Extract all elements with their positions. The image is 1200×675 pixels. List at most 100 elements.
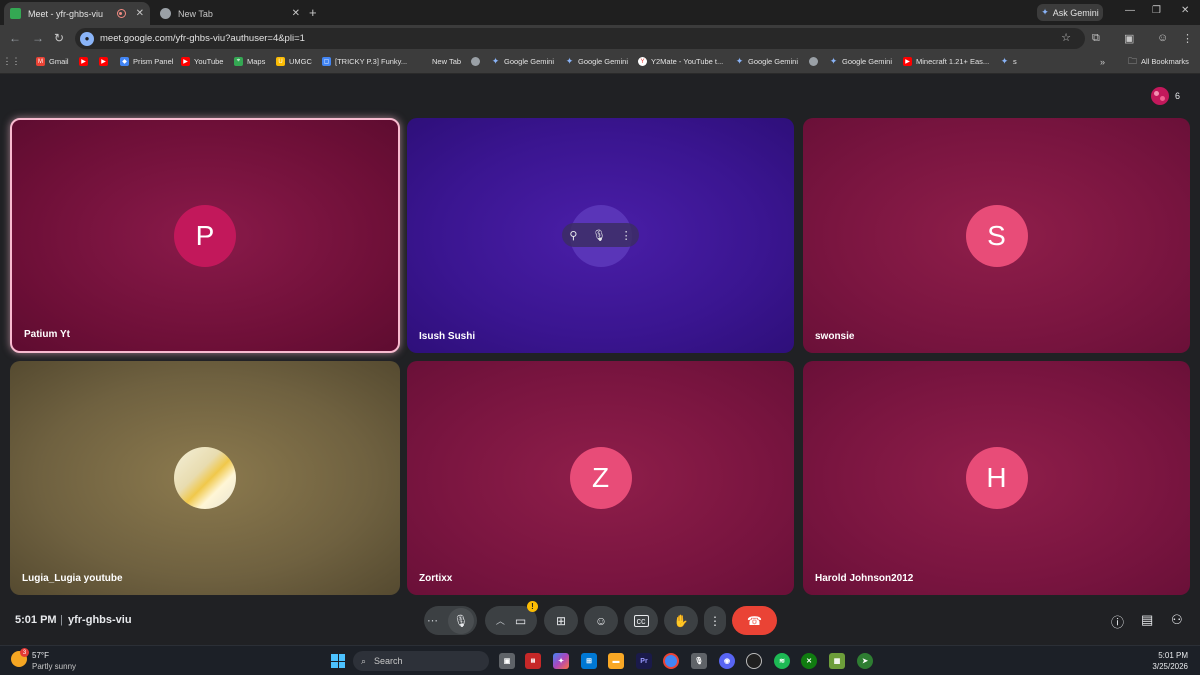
raise-hand-button[interactable]: ✋ bbox=[664, 606, 698, 635]
obs-icon[interactable] bbox=[746, 653, 762, 669]
participant-tile[interactable]: P Patium Yt bbox=[10, 118, 400, 353]
y2mate-icon: Y bbox=[638, 57, 647, 66]
forward-icon[interactable]: → bbox=[32, 31, 44, 45]
emoji-icon: ☺ bbox=[594, 613, 608, 628]
audio-options-icon[interactable]: ⋯ bbox=[427, 614, 438, 627]
task-view-icon[interactable]: ▣ bbox=[499, 653, 515, 669]
bookmark-gemini-3[interactable]: ✦ Google Gemini bbox=[735, 56, 798, 66]
meeting-info-icon[interactable]: ⓘ bbox=[1111, 612, 1124, 631]
captions-button[interactable]: cc bbox=[624, 606, 658, 635]
restore-icon[interactable]: ❐ bbox=[1152, 5, 1161, 16]
minimize-icon[interactable]: — bbox=[1125, 5, 1135, 16]
bookmark-globe-1[interactable] bbox=[471, 57, 484, 66]
participant-tile[interactable]: Z Zortixx bbox=[407, 361, 794, 595]
participant-tile[interactable]: Lugia_Lugia youtube bbox=[10, 361, 400, 595]
camera-button[interactable]: ▭ bbox=[515, 614, 526, 628]
participants-avatars-icon bbox=[1151, 87, 1169, 105]
pin-icon[interactable]: ⚲ bbox=[569, 229, 577, 242]
address-bar[interactable]: ● meet.google.com/yfr-ghbs-viu?authuser=… bbox=[75, 28, 1085, 49]
tab-new-tab[interactable]: New Tab ✕ bbox=[154, 2, 306, 25]
gemini-spark-icon: ✦ bbox=[1041, 7, 1049, 17]
bookmark-star-icon[interactable]: ☆ bbox=[1061, 31, 1071, 44]
mute-mic-icon[interactable]: 🎙 bbox=[592, 229, 606, 242]
bookmark-youtube[interactable]: ▶ YouTube bbox=[181, 57, 223, 66]
extensions-icon[interactable]: ⧉ bbox=[1092, 32, 1100, 45]
more-options-button[interactable]: ⋮ bbox=[704, 606, 726, 635]
participants-chip[interactable]: 6 bbox=[1151, 86, 1191, 106]
umgc-icon: U bbox=[276, 57, 285, 66]
present-screen-button[interactable]: ⊞ bbox=[544, 606, 578, 635]
tab-meet[interactable]: Meet - yfr-ghbs-viu ✕ bbox=[4, 2, 150, 25]
reactions-button[interactable]: ☺ bbox=[584, 606, 618, 635]
new-tab-button[interactable]: + bbox=[309, 5, 317, 20]
start-button-icon[interactable] bbox=[331, 654, 345, 668]
recording-indicator-icon bbox=[116, 9, 126, 18]
taskbar-search[interactable]: ⌕ Search bbox=[353, 651, 489, 671]
tray-clock-date[interactable]: 3/25/2026 bbox=[1140, 662, 1188, 671]
youtube-icon: ▶ bbox=[99, 57, 108, 66]
side-panel-icon[interactable]: ▣ bbox=[1124, 32, 1134, 45]
close-tab-icon[interactable]: ✕ bbox=[136, 8, 144, 19]
tray-clock-time[interactable]: 5:01 PM bbox=[1148, 651, 1188, 660]
copilot-icon[interactable]: ✦ bbox=[553, 653, 569, 669]
close-tab-icon[interactable]: ✕ bbox=[292, 8, 300, 19]
bookmark-prism-panel[interactable]: ◆ Prism Panel bbox=[120, 57, 173, 66]
participant-name: swonsie bbox=[815, 331, 855, 342]
prism-icon: ◆ bbox=[120, 57, 129, 66]
participant-tile[interactable]: H Harold Johnson2012 bbox=[803, 361, 1190, 595]
meeting-time: 5:01 PM bbox=[15, 614, 57, 626]
chat-icon[interactable]: ▤ bbox=[1141, 612, 1153, 628]
chrome-icon[interactable] bbox=[663, 653, 679, 669]
ask-gemini-button[interactable]: ✦ Ask Gemini bbox=[1037, 4, 1103, 21]
browser-toolbar: ← → ↻ ● meet.google.com/yfr-ghbs-viu?aut… bbox=[0, 25, 1200, 52]
spotify-icon[interactable]: ≋ bbox=[774, 653, 790, 669]
file-explorer-icon[interactable]: ▬ bbox=[608, 653, 624, 669]
profile-icon[interactable]: ☺ bbox=[1157, 32, 1168, 44]
bookmark-maps[interactable]: ⌖ Maps bbox=[234, 57, 265, 66]
mic-button[interactable]: 🎙 bbox=[448, 607, 474, 634]
minecraft-icon[interactable]: ▦ bbox=[829, 653, 845, 669]
menu-dots-icon[interactable]: ⋮ bbox=[1182, 32, 1193, 45]
bookmark-youtube-2[interactable]: ▶ bbox=[99, 57, 112, 66]
mic-site-icon[interactable]: ● bbox=[80, 31, 94, 46]
bookmark-gmail[interactable]: M Gmail bbox=[36, 57, 69, 66]
apps-grid-icon[interactable]: ⋮⋮ bbox=[3, 56, 21, 66]
bookmark-new-tab[interactable]: New Tab bbox=[432, 57, 461, 66]
tile-more-icon[interactable]: ⋮ bbox=[621, 229, 632, 242]
bookmark-gemini-4[interactable]: ✦ Google Gemini bbox=[829, 56, 892, 66]
all-bookmarks[interactable]: 🗀 All Bookmarks bbox=[1128, 56, 1189, 67]
bookmark-globe-2[interactable] bbox=[809, 57, 822, 66]
tab-title: New Tab bbox=[178, 8, 213, 19]
premiere-icon[interactable]: Pr bbox=[636, 653, 652, 669]
app-icon[interactable]: ➤ bbox=[857, 653, 873, 669]
gemini-icon: ✦ bbox=[1000, 56, 1009, 66]
leave-call-button[interactable]: ☎ bbox=[732, 606, 777, 635]
store-icon[interactable]: ⊞ bbox=[581, 653, 597, 669]
bookmark-umgc[interactable]: U UMGC bbox=[276, 57, 312, 66]
bookmark-tricky[interactable]: ▢ [TRICKY P.3] Funky... bbox=[322, 57, 407, 66]
news-icon[interactable]: ▤ bbox=[525, 653, 541, 669]
bookmark-y2mate[interactable]: Y Y2Mate - YouTube t... bbox=[638, 57, 723, 66]
bookmark-gemini-2[interactable]: ✦ Google Gemini bbox=[565, 56, 628, 66]
avatar: H bbox=[965, 447, 1028, 509]
bookmark-gemini-1[interactable]: ✦ Google Gemini bbox=[491, 56, 554, 66]
bookmark-youtube-1[interactable]: ▶ bbox=[79, 57, 92, 66]
participant-name: Zortixx bbox=[419, 573, 453, 584]
participant-tile[interactable]: ⚲ 🎙 ⋮ Isush Sushi bbox=[407, 118, 794, 353]
video-options-icon[interactable]: ︿ bbox=[496, 614, 505, 627]
discord-icon[interactable]: ◉ bbox=[719, 653, 735, 669]
activities-icon[interactable]: ⚇ bbox=[1171, 612, 1183, 628]
reload-icon[interactable]: ↻ bbox=[54, 31, 64, 45]
bookmark-s[interactable]: ✦ s bbox=[1000, 56, 1017, 66]
participant-tile[interactable]: S swonsie bbox=[803, 118, 1190, 353]
weather-badge: 3 bbox=[20, 648, 29, 657]
participant-name: Isush Sushi bbox=[419, 331, 476, 342]
bookmark-minecraft[interactable]: ▶ Minecraft 1.21+ Eas... bbox=[903, 57, 989, 66]
gemini-icon: ✦ bbox=[829, 56, 838, 66]
close-window-icon[interactable]: ✕ bbox=[1181, 5, 1189, 16]
bookmarks-overflow-icon[interactable]: » bbox=[1100, 57, 1105, 67]
mic-app-icon[interactable]: 🎙 bbox=[691, 653, 707, 669]
captions-icon: cc bbox=[633, 614, 649, 627]
back-icon[interactable]: ← bbox=[9, 31, 21, 45]
xbox-icon[interactable]: ✕ bbox=[801, 653, 817, 669]
